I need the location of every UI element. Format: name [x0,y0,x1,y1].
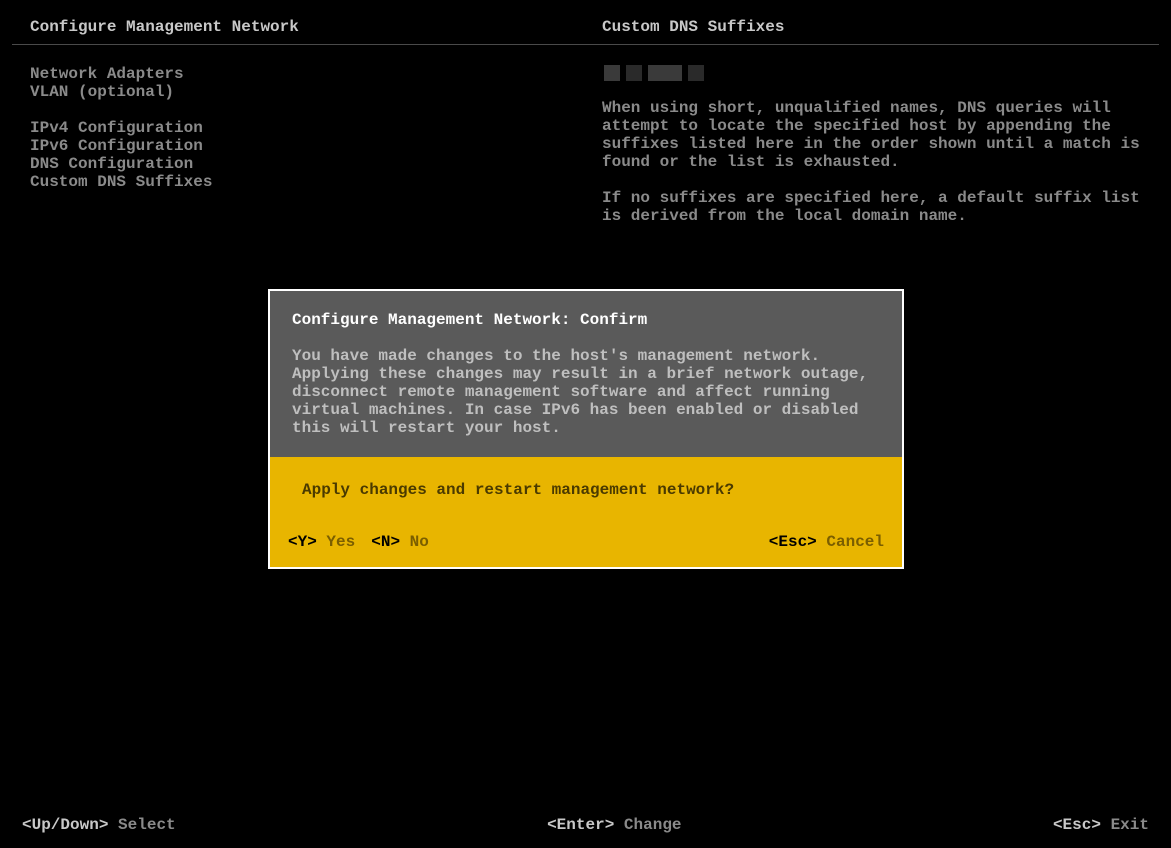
yes-button[interactable]: <Y> Yes [288,533,355,551]
dialog-body: You have made changes to the host's mana… [292,347,880,437]
section-title: Custom DNS Suffixes [602,18,1151,36]
footer-select: <Up/Down> Select [22,816,176,834]
redact-block [688,65,704,81]
footer-select-label: Select [118,816,176,834]
content: Network Adapters VLAN (optional) IPv4 Co… [0,45,1171,243]
footer-exit-key: <Esc> [1053,816,1101,834]
footer: <Up/Down> Select <Enter> Change <Esc> Ex… [0,816,1171,834]
menu-vlan[interactable]: VLAN (optional) [30,83,602,101]
info-paragraph-2: If no suffixes are specified here, a def… [602,189,1141,225]
menu-ipv4[interactable]: IPv4 Configuration [30,119,602,137]
dcui-screen: Configure Management Network Custom DNS … [0,0,1171,848]
footer-exit: <Esc> Exit [1053,816,1149,834]
footer-select-key: <Up/Down> [22,816,108,834]
dialog-buttons-left: <Y> Yes <N> No [288,533,429,551]
no-label: No [410,533,429,551]
menu-ipv6[interactable]: IPv6 Configuration [30,137,602,155]
menu-dns[interactable]: DNS Configuration [30,155,602,173]
cancel-key: <Esc> [769,533,817,551]
dialog-title: Configure Management Network: Confirm [292,311,880,329]
yes-key: <Y> [288,533,317,551]
redact-block [626,65,642,81]
menu-custom-dns[interactable]: Custom DNS Suffixes [30,173,602,191]
info-panel: When using short, unqualified names, DNS… [602,65,1151,243]
page-title: Configure Management Network [30,18,602,36]
redact-block [604,65,620,81]
header: Configure Management Network Custom DNS … [0,0,1171,44]
menu: Network Adapters VLAN (optional) IPv4 Co… [30,65,602,243]
confirm-dialog: Configure Management Network: Confirm Yo… [268,289,904,569]
dialog-header-area: Configure Management Network: Confirm Yo… [270,291,902,457]
footer-change-key: <Enter> [547,816,614,834]
no-key: <N> [371,533,400,551]
yes-label: Yes [326,533,355,551]
footer-change-label: Change [624,816,682,834]
dialog-buttons: <Y> Yes <N> No <Esc> Cancel [288,533,884,551]
cancel-button[interactable]: <Esc> Cancel [769,533,884,551]
menu-group-1: Network Adapters VLAN (optional) [30,65,602,101]
info-paragraph-1: When using short, unqualified names, DNS… [602,99,1141,171]
dialog-question: Apply changes and restart management net… [288,481,884,499]
dialog-action-area: Apply changes and restart management net… [270,457,902,567]
footer-exit-label: Exit [1111,816,1149,834]
footer-change: <Enter> Change [547,816,681,834]
no-button[interactable]: <N> No [371,533,429,551]
redact-block [648,65,682,81]
menu-group-2: IPv4 Configuration IPv6 Configuration DN… [30,119,602,191]
redacted-value [604,65,1141,81]
cancel-label: Cancel [826,533,884,551]
menu-network-adapters[interactable]: Network Adapters [30,65,602,83]
